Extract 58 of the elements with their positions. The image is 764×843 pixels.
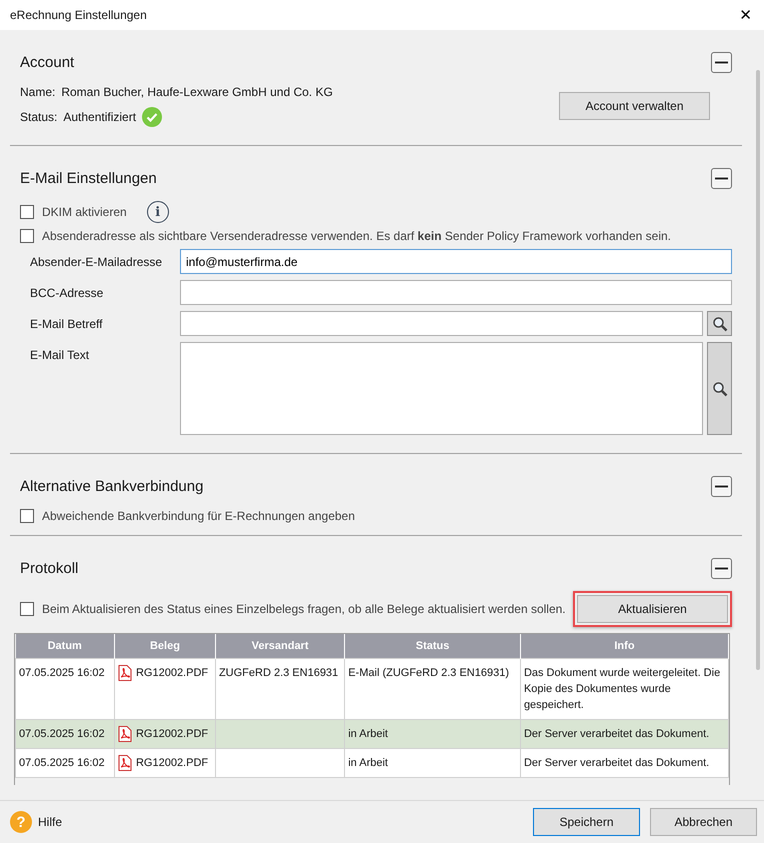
- window-title: eRechnung Einstellungen: [10, 8, 147, 22]
- collapse-button[interactable]: [711, 476, 732, 497]
- field-label: E-Mail Betreff: [30, 316, 104, 331]
- field-label: Status:: [20, 110, 58, 124]
- field-value: Roman Bucher, Haufe-Lexware GmbH und Co. KG: [61, 85, 333, 99]
- minus-icon: [715, 567, 728, 570]
- scrollbar-thumb[interactable]: [756, 70, 760, 670]
- collapse-button[interactable]: [711, 168, 732, 189]
- input-field[interactable]: info@musterfirma.de: [180, 249, 732, 274]
- table-cell: in Arbeit: [344, 748, 520, 777]
- section-title: E-Mail Einstellungen: [20, 170, 157, 187]
- search-icon: [712, 380, 728, 396]
- field-label: BCC-Adresse: [30, 285, 104, 300]
- checkbox-label[interactable]: Beim Aktualisieren des Status eines Einzelbelegs fragen, ob alle Belege aktualisiert werden sollen.: [42, 602, 566, 616]
- search-button[interactable]: [707, 342, 732, 435]
- table-cell: E-Mail (ZUGFeRD 2.3 EN16931): [344, 658, 520, 719]
- input-field[interactable]: [180, 311, 703, 336]
- section-title: Alternative Bankverbindung: [20, 478, 204, 495]
- minus-icon: [715, 177, 728, 180]
- info-icon[interactable]: i: [146, 201, 169, 223]
- table-cell: Das Dokument wurde weitergeleitet. Die Kopie des Dokumentes wurde gespeichert.: [520, 658, 728, 719]
- field-label: Absender-E-Mailadresse: [30, 254, 164, 269]
- table-cell: 07.05.2025 16:02: [16, 748, 114, 777]
- close-button[interactable]: ✕: [737, 6, 754, 24]
- dialog-button[interactable]: Abbrechen: [650, 808, 757, 836]
- table-cell: in Arbeit: [344, 719, 520, 748]
- field-value: Authentifiziert: [63, 110, 136, 124]
- table-cell: Der Server verarbeitet das Dokument.: [520, 748, 728, 777]
- table-cell: 07.05.2025 16:02: [16, 719, 114, 748]
- checkbox-label[interactable]: Abweichende Bankverbindung für E-Rechnungen angeben: [42, 509, 355, 523]
- checkbox[interactable]: [20, 602, 34, 616]
- collapse-button[interactable]: [711, 52, 732, 73]
- refresh-button[interactable]: Aktualisieren: [577, 595, 728, 623]
- table-cell: ZUGFeRD 2.3 EN16931: [215, 658, 345, 719]
- table-cell: Der Server verarbeitet das Dokument.: [520, 719, 728, 748]
- account-button[interactable]: Account verwalten: [559, 92, 710, 120]
- dialog-button[interactable]: Speichern: [533, 808, 640, 836]
- section-title: Protokoll: [20, 560, 78, 577]
- help-link[interactable]: Hilfe: [38, 815, 62, 829]
- pdf-file-icon: [118, 726, 132, 742]
- search-icon: [712, 316, 728, 332]
- search-button[interactable]: [707, 311, 732, 336]
- table-cell: 07.05.2025 16:02: [16, 658, 114, 719]
- minus-icon: [715, 61, 728, 64]
- pdf-file-icon: [118, 754, 132, 770]
- minus-icon: [715, 485, 728, 488]
- checkbox[interactable]: [20, 509, 34, 523]
- input-field[interactable]: [180, 280, 732, 305]
- pdf-file-icon: [118, 664, 132, 680]
- field-label: E-Mail Text: [30, 347, 90, 362]
- section-title: Account: [20, 54, 74, 71]
- checkbox[interactable]: [20, 205, 34, 219]
- collapse-button[interactable]: [711, 558, 732, 579]
- checkbox-label[interactable]: DKIM aktivieren: [42, 205, 127, 219]
- file-name[interactable]: RG12002.PDF: [136, 664, 208, 680]
- checkbox[interactable]: [20, 229, 34, 243]
- checkbox-label[interactable]: Absenderadresse als sichtbare Versenderadresse verwenden. Es darf kein Sender Policy Framework vorhanden sein.: [42, 229, 672, 243]
- field-label: Name:: [20, 85, 56, 99]
